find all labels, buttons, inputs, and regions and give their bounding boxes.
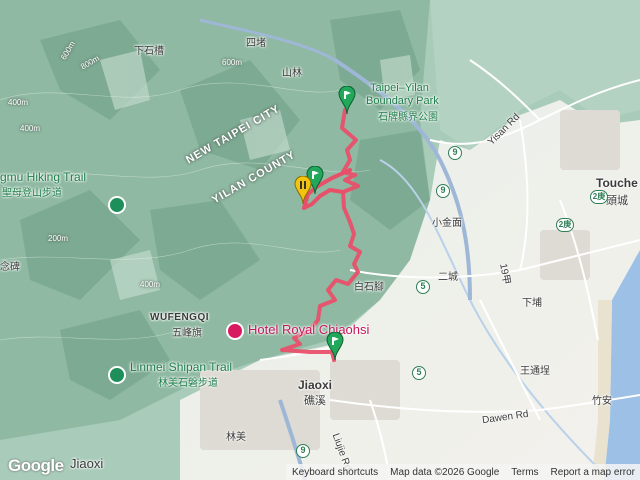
route-end-marker[interactable]: [326, 332, 344, 360]
contour-label: 200m: [48, 234, 69, 243]
place-label-ercheng: 二城: [438, 272, 458, 283]
place-label-xiabu: 下埔: [522, 298, 542, 309]
poi-label-linmei-zh[interactable]: 林美石磐步道: [158, 374, 218, 389]
poi-label-park-zh[interactable]: 石牌縣界公園: [378, 108, 438, 123]
route-shield-2: 2庚: [556, 218, 574, 232]
keyboard-shortcuts-link[interactable]: Keyboard shortcuts: [292, 467, 378, 478]
hiking-trail-icon[interactable]: [108, 196, 126, 214]
route-start-marker[interactable]: [338, 86, 356, 114]
poi-label-linmei-en[interactable]: Linmei Shipan Trail: [130, 360, 232, 374]
place-label-wufengqi-en: WUFENGQI: [150, 312, 209, 323]
place-label-xiaojin: 小金面: [432, 218, 462, 229]
place-label-wufengqi-zh: 五峰旗: [172, 328, 202, 339]
hotel-icon[interactable]: [226, 322, 244, 340]
place-label-xia-shicao: 下石槽: [134, 46, 164, 57]
place-label-sijiao: 四堵: [246, 38, 266, 49]
map-data-attribution: Map data ©2026 Google: [390, 466, 500, 478]
place-label-jiaoxi-en: Jiaoxi: [298, 378, 333, 392]
poi-label-hiking-trail-zh[interactable]: 聖母登山步道: [2, 184, 62, 199]
contour-label: 400m: [8, 98, 29, 107]
contour-label: 600m: [222, 58, 243, 67]
waypoint-marker[interactable]: [294, 176, 312, 204]
map-footer: Keyboard shortcuts Map data ©2026 Google…: [286, 464, 640, 480]
poi-label-hotel[interactable]: Hotel Royal Chiaohsi: [248, 322, 369, 337]
report-error-link[interactable]: Report a map error: [551, 467, 635, 478]
place-label-wangtong: 王通埕: [520, 366, 550, 377]
poi-label-hiking-trail[interactable]: gmu Hiking Trail: [0, 170, 86, 184]
route-shield-2: 2庚: [590, 190, 608, 204]
hiking-trail-icon[interactable]: [108, 366, 126, 384]
place-label-linmei: 林美: [226, 432, 246, 443]
route-shield-5: 5: [416, 280, 430, 294]
place-label-zhuan: 竹安: [592, 396, 612, 407]
terms-link[interactable]: Terms: [511, 467, 538, 478]
route-shield-5: 5: [412, 366, 426, 380]
google-logo: Google: [8, 456, 64, 475]
place-label-shanlin: 山林: [282, 68, 302, 79]
route-shield-9: 9: [436, 184, 450, 198]
place-label-baishijiao: 白石腳: [354, 282, 384, 293]
route-shield-9: 9: [296, 444, 310, 458]
poi-label-park-en-2[interactable]: Boundary Park: [366, 95, 439, 107]
place-label-touche-zh: 頭城: [606, 195, 628, 207]
place-label-touche-en: Touche: [596, 176, 638, 190]
contour-label: 400m: [20, 124, 41, 133]
poi-label-park-en-1[interactable]: Taipei–Yilan: [370, 82, 429, 94]
contour-label: 400m: [140, 280, 161, 289]
place-label-jiaoxi-corner: Jiaoxi: [70, 456, 104, 471]
place-label-nianbei: 念碑: [0, 262, 20, 273]
place-label-jiaoxi-zh: 礁溪: [304, 395, 326, 407]
route-shield-9: 9: [448, 146, 462, 160]
terrain-map[interactable]: [0, 0, 640, 480]
